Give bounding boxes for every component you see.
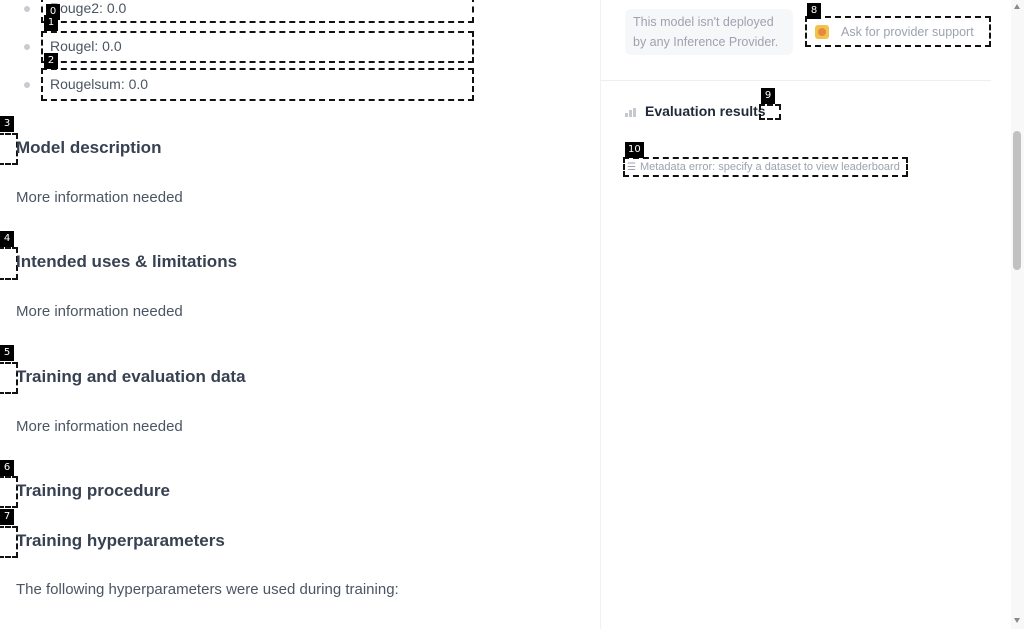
- marker-tag-10: 10: [625, 142, 644, 158]
- heading-model-description: Model description: [16, 138, 162, 157]
- metric-rougelsum: Rougelsum: 0.0: [50, 76, 149, 92]
- marker-tag-2: 2: [44, 53, 58, 69]
- marker-tag-4: 4: [0, 231, 14, 247]
- intended-uses-text: More information needed: [16, 303, 183, 320]
- marker-tag-8: 8: [807, 3, 821, 19]
- evaluation-results-title: Evaluation results: [645, 103, 766, 119]
- bullet-icon: [24, 6, 30, 12]
- metric-rougel: Rougel: 0.0: [50, 38, 122, 54]
- training-evaluation-data-text: More information needed: [16, 418, 183, 435]
- sidebar-separator: [601, 80, 991, 81]
- page-scrollbar[interactable]: [1011, 0, 1024, 629]
- model-sidebar: This model isn't deployed by any Inferen…: [601, 0, 1011, 629]
- heading-training-evaluation-data: Training and evaluation data: [16, 367, 246, 386]
- scrollbar-thumb[interactable]: [1013, 131, 1021, 270]
- provider-support-outline: [805, 16, 991, 47]
- heading-intended-uses: Intended uses & limitations: [16, 252, 238, 271]
- marker-tag-6: 6: [0, 460, 14, 476]
- marker-tag-1: 1: [44, 15, 58, 31]
- scroll-up-arrow-icon[interactable]: [1014, 4, 1020, 9]
- marker-tag-3: 3: [0, 116, 14, 132]
- bullet-icon: [24, 82, 30, 88]
- info-icon[interactable]: [759, 104, 781, 120]
- bullet-icon: [24, 44, 30, 50]
- marker-tag-9: 9: [761, 88, 775, 104]
- bar-chart-icon: [625, 108, 636, 117]
- model-description-text: More information needed: [16, 189, 183, 206]
- marker-tag-5: 5: [0, 345, 14, 361]
- heading-training-procedure: Training procedure: [16, 481, 170, 500]
- training-hyperparameters-text: The following hyperparameters were used …: [16, 581, 399, 598]
- metadata-error-outline: [623, 157, 908, 177]
- not-deployed-notice: This model isn't deployed by any Inferen…: [625, 9, 793, 55]
- heading-training-hyperparameters: Training hyperparameters: [16, 531, 225, 550]
- metric-rouge2: Rouge2: 0.0: [50, 0, 127, 16]
- marker-tag-7: 7: [0, 509, 14, 525]
- scroll-down-arrow-icon[interactable]: [1014, 618, 1020, 623]
- model-card-content: Rouge2: 0.0 0 Rougel: 0.0 1 Rougelsum: 0…: [0, 0, 600, 629]
